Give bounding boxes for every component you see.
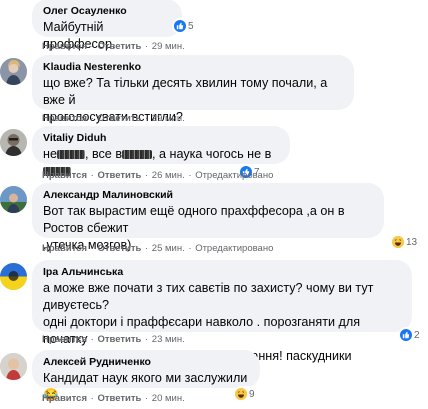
- comment-author[interactable]: Klaudia Nesterenko: [43, 61, 343, 74]
- comment-time[interactable]: 25 мин.: [152, 243, 185, 254]
- comment-meta: Нравится · Ответить · 29 мин.: [42, 113, 185, 124]
- reaction-count: 9: [249, 388, 255, 400]
- like-link[interactable]: Нравится: [42, 393, 87, 404]
- like-link[interactable]: Нравится: [42, 113, 87, 124]
- reaction-count: 13: [406, 236, 418, 248]
- comment-meta: Нравится · Ответить · 26 мин. · Отредакт…: [42, 170, 274, 181]
- comment-text: а може вже почати з тих савєтів по захис…: [43, 281, 374, 312]
- comment-meta: Нравится · Ответить · 25 мин. · Отредакт…: [42, 243, 274, 254]
- avatar[interactable]: [0, 129, 27, 156]
- comment-bubble: Vitaliy Diduh не, все в, а наука чогось …: [32, 126, 290, 177]
- haha-icon: [392, 236, 404, 248]
- edited-label[interactable]: Отредактировано: [195, 170, 273, 181]
- comment-bubble: Александр Малиновский Вот так вырастим е…: [32, 183, 384, 252]
- comment-time[interactable]: 20 мин.: [152, 393, 185, 404]
- comment-bubble: Іра Альчинська а може вже почати з тих с…: [32, 260, 412, 363]
- reaction-summary[interactable]: 5: [172, 18, 197, 34]
- reply-link[interactable]: Ответить: [97, 170, 141, 181]
- like-icon: [400, 329, 412, 341]
- reaction-summary[interactable]: 9: [233, 386, 258, 402]
- avatar[interactable]: [0, 263, 27, 290]
- comment-bubble: Алексей Рудниченко Кандидат наук якого м…: [32, 350, 260, 402]
- like-link[interactable]: Нравится: [42, 41, 87, 52]
- like-icon: [174, 20, 186, 32]
- comment-meta: Нравится · Ответить · 29 мин.: [42, 41, 185, 52]
- reaction-count: 5: [188, 20, 194, 32]
- like-link[interactable]: Нравится: [42, 243, 87, 254]
- comment-author[interactable]: Александр Малиновский: [43, 189, 373, 202]
- like-link[interactable]: Нравится: [42, 334, 87, 345]
- avatar[interactable]: [0, 353, 27, 380]
- comment-time[interactable]: 26 мин.: [152, 170, 185, 181]
- redacted-word: [56, 150, 85, 160]
- comment-text: Вот так вырастим ещё одного прахффесора …: [43, 204, 345, 235]
- like-link[interactable]: Нравится: [42, 170, 87, 181]
- comment-time[interactable]: 29 мин.: [152, 113, 185, 124]
- comment-meta: Нравится · Ответить · 20 мин.: [42, 393, 185, 404]
- reaction-summary[interactable]: 2: [398, 327, 423, 343]
- avatar[interactable]: [0, 186, 27, 213]
- comment-time[interactable]: 23 мин.: [152, 334, 185, 345]
- reply-link[interactable]: Ответить: [97, 113, 141, 124]
- comment-bubble: Klaudia Nesterenko що вже? Та тільки дес…: [32, 55, 354, 124]
- reply-link[interactable]: Ответить: [97, 41, 141, 52]
- comment-meta: Нравится · Ответить · 23 мин.: [42, 334, 185, 345]
- comment-author[interactable]: Іра Альчинська: [43, 266, 401, 279]
- reaction-count: 2: [414, 329, 420, 341]
- reply-link[interactable]: Ответить: [97, 243, 141, 254]
- reply-link[interactable]: Ответить: [97, 393, 141, 404]
- reply-link[interactable]: Ответить: [97, 334, 141, 345]
- edited-label[interactable]: Отредактировано: [195, 243, 273, 254]
- comment-author[interactable]: Алексей Рудниченко: [43, 356, 249, 369]
- haha-icon: [235, 388, 247, 400]
- comment-bubble: Олег Осауленко Майбутній проффесор.: [32, 0, 182, 51]
- comment-author[interactable]: Vitaliy Diduh: [43, 132, 279, 145]
- avatar[interactable]: [0, 58, 27, 85]
- redacted-word: [122, 150, 153, 160]
- comment-text: що вже? Та тільки десять хвилин тому поч…: [43, 76, 328, 107]
- comment-time[interactable]: 29 мин.: [152, 41, 185, 52]
- reaction-summary[interactable]: 13: [390, 234, 421, 250]
- comment-author[interactable]: Олег Осауленко: [43, 5, 171, 18]
